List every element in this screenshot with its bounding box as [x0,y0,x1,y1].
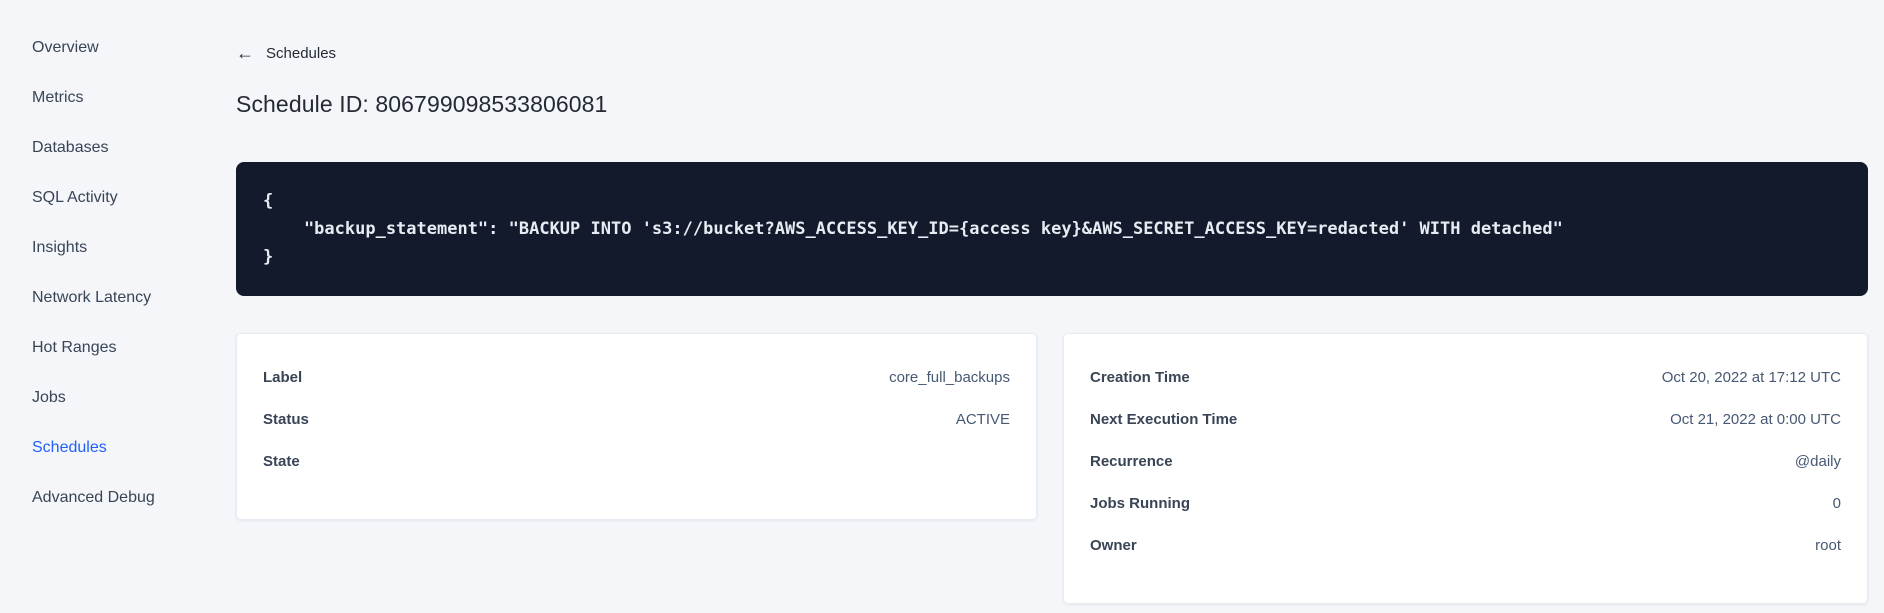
card-row-status: Status ACTIVE [237,398,1036,440]
sidebar-item-databases[interactable]: Databases [0,123,236,173]
row-label: Label [263,368,303,386]
card-row-creation-time: Creation Time Oct 20, 2022 at 17:12 UTC [1064,356,1867,398]
row-label: Recurrence [1090,452,1173,470]
card-row-owner: Owner root [1064,524,1867,566]
card-row-recurrence: Recurrence @daily [1064,440,1867,482]
sidebar-item-label: Insights [32,239,88,256]
sidebar-item-metrics[interactable]: Metrics [0,73,236,123]
schedule-details-card: Label core_full_backups Status ACTIVE St… [236,333,1037,520]
row-value: 0 [1832,494,1841,512]
row-label: Next Execution Time [1090,410,1238,428]
sidebar-item-schedules[interactable]: Schedules [0,423,236,473]
row-value: Oct 21, 2022 at 0:00 UTC [1670,410,1841,428]
arrow-left-icon: ← [236,43,254,63]
sidebar-item-label: Hot Ranges [32,339,117,356]
schedule-statement-code-block: { "backup_statement": "BACKUP INTO 's3:/… [236,162,1868,296]
sidebar-item-label: SQL Activity [32,189,118,206]
page: Overview Metrics Databases SQL Activity … [0,0,1884,613]
row-label: Jobs Running [1090,494,1190,512]
sidebar-item-advanced-debug[interactable]: Advanced Debug [0,473,236,523]
card-row-state: State [237,440,1036,482]
schedule-timing-card: Creation Time Oct 20, 2022 at 17:12 UTC … [1063,333,1868,604]
page-title: Schedule ID: 806799098533806081 [236,91,608,117]
row-value: @daily [1794,452,1841,470]
sidebar-item-insights[interactable]: Insights [0,223,236,273]
back-link-label: Schedules [266,44,337,62]
main-content: ← Schedules Schedule ID: 806799098533806… [236,0,1884,613]
code-line: "backup_statement": "BACKUP INTO 's3://b… [263,219,1563,239]
sidebar-item-jobs[interactable]: Jobs [0,373,236,423]
row-label: Creation Time [1090,368,1190,386]
card-row-label: Label core_full_backups [237,356,1036,398]
code-line: { [263,191,274,211]
sidebar-item-overview[interactable]: Overview [0,23,236,73]
row-value: Oct 20, 2022 at 17:12 UTC [1661,368,1841,386]
sidebar-item-label: Metrics [32,89,84,106]
row-value: core_full_backups [889,368,1010,386]
card-row-next-execution-time: Next Execution Time Oct 21, 2022 at 0:00… [1064,398,1867,440]
sidebar-item-label: Advanced Debug [32,489,155,506]
sidebar-item-label: Overview [32,39,99,56]
row-value: root [1815,536,1841,554]
row-label: Owner [1090,536,1137,554]
sidebar-item-label: Databases [32,139,109,156]
back-link[interactable]: ← Schedules [236,44,336,62]
row-label: Status [263,410,309,428]
sidebar-item-hot-ranges[interactable]: Hot Ranges [0,323,236,373]
sidebar: Overview Metrics Databases SQL Activity … [0,0,236,613]
code-line: } [263,247,274,267]
sidebar-item-label: Network Latency [32,289,152,306]
sidebar-item-label: Jobs [32,389,66,406]
summary-cards: Label core_full_backups Status ACTIVE St… [236,333,1868,604]
row-value: ACTIVE [955,410,1010,428]
sidebar-item-network-latency[interactable]: Network Latency [0,273,236,323]
sidebar-item-label: Schedules [32,439,107,456]
sidebar-item-sql-activity[interactable]: SQL Activity [0,173,236,223]
row-label: State [263,452,300,470]
card-row-jobs-running: Jobs Running 0 [1064,482,1867,524]
